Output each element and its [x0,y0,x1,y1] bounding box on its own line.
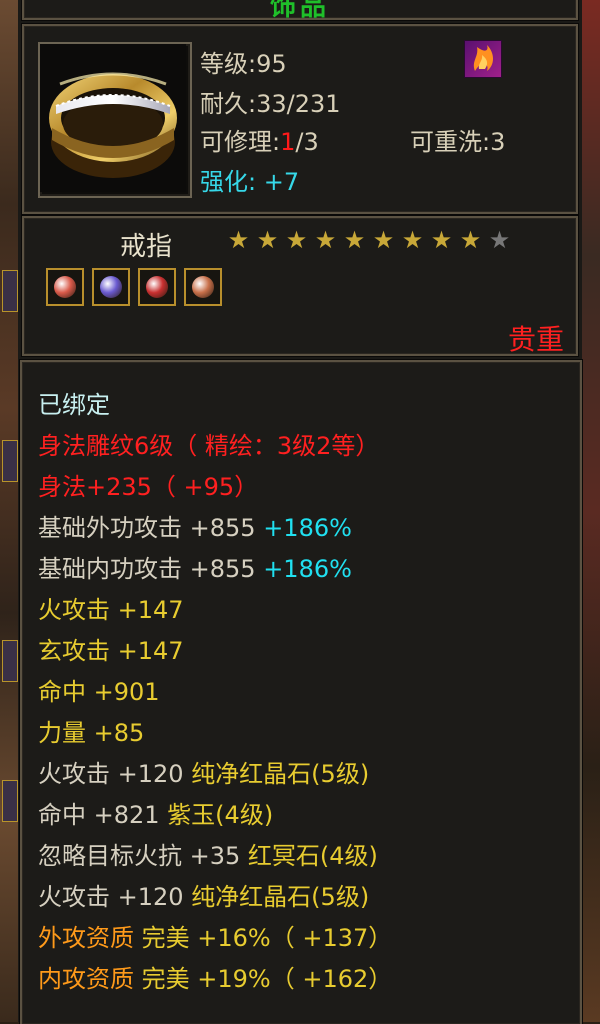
gem-icon [100,276,122,298]
star-filled-icon: ★ [227,226,250,254]
attribute-line: 内攻资质 完美 +19%（ +162） [38,964,392,994]
star-filled-icon: ★ [401,226,424,254]
attribute-text: +186% [263,555,352,583]
repair-label: 可修理: [200,128,281,156]
attribute-text: 纯净红晶石(5级) [191,883,370,911]
item-icon-frame [38,42,192,198]
attribute-line: 火攻击 +147 [38,595,184,625]
item-attributes: 已绑定身法雕纹6级（ 精绘：3级2等） 身法+235（ +95） 基础外功攻击 +8… [20,360,582,1024]
item-name: 戒指 [120,232,173,262]
game-world-right-edge [582,0,600,1022]
enhance-value: +7 [263,168,300,196]
star-filled-icon: ★ [372,226,395,254]
attribute-text: 紫玉(4级) [167,801,274,829]
attribute-text: 已绑定 [38,391,110,419]
attribute-line: 命中 +821 紫玉(4级) [38,800,273,830]
gem-icon [54,276,76,298]
gem-icon [192,276,214,298]
attribute-text: 纯净红晶石(5级) [191,760,370,788]
item-rewash: 可重洗:3 [410,128,506,156]
attribute-line: 玄攻击 +147 [38,636,184,666]
gem-slot-4[interactable] [184,268,222,306]
item-rarity: 贵重 [507,323,564,356]
attribute-text: 火攻击 +120 [38,760,192,788]
attribute-line: 基础内功攻击 +855 +186% [38,554,352,584]
attribute-line: 忽略目标火抗 +35 红冥石(4级) [38,841,378,871]
item-repair: 可修理:1/3 [200,122,319,157]
star-rating: ★ ★ ★ ★ ★ ★ ★ ★ ★ ★ [224,228,514,252]
attribute-line: 身法雕纹6级（ 精绘：3级2等） [38,431,379,461]
skill-slot[interactable] [2,780,18,822]
attribute-line: 力量 +85 [38,718,144,748]
star-filled-icon: ★ [343,226,366,254]
attribute-text: 完美 +16%（ +137） [141,924,393,952]
attribute-text: 玄攻击 +147 [38,637,184,665]
attribute-text: 基础内功攻击 +855 [38,555,264,583]
gem-slot-1[interactable] [46,268,84,306]
attribute-line: 外攻资质 完美 +16%（ +137） [38,923,392,953]
star-filled-icon: ★ [285,226,308,254]
skill-slot[interactable] [2,270,18,312]
attribute-line: 火攻击 +120 纯净红晶石(5级) [38,759,369,789]
attribute-line: 身法+235（ +95） [38,472,258,502]
tooltip-title: 饰品 [269,0,330,22]
attribute-line: 火攻击 +120 纯净红晶石(5级) [38,882,369,912]
star-filled-icon: ★ [459,226,482,254]
attribute-text: 基础外功攻击 +855 [38,514,264,542]
tooltip-title-bar: 饰品 [22,0,578,22]
item-durability: 耐久:33/231 [200,90,341,118]
attribute-text: 外攻资质 [38,924,142,952]
attribute-text: 内攻资质 [38,965,142,993]
attribute-text: 命中 +901 [38,678,160,706]
gem-icon [146,276,168,298]
item-level: 等级:95 [200,50,287,78]
skill-slot[interactable] [2,640,18,682]
attribute-text: 身法雕纹6级（ 精绘：3级2等） [38,432,380,460]
repair-used: 1 [280,128,296,156]
ring-icon [40,44,186,192]
item-header: 等级:95 耐久:33/231 可修理:1/3 可重洗:3 强化: +7 [22,24,578,214]
star-filled-icon: ★ [256,226,279,254]
star-empty-icon: ★ [488,226,511,254]
item-enhance: 强化: +7 [200,162,299,197]
attribute-line: 命中 +901 [38,677,160,707]
attribute-line: 基础外功攻击 +855 +186% [38,513,352,543]
game-world-left-edge [0,0,18,1022]
attribute-text: 忽略目标火抗 +35 [38,842,248,870]
item-tooltip: 饰品 等级:95 耐久:33/231 可修理:1/3 可重洗:3 强化: +7 … [18,0,582,1024]
attribute-text: +186% [263,514,352,542]
repair-total: /3 [295,128,319,156]
gem-slot-3[interactable] [138,268,176,306]
enhance-label: 强化: [200,168,257,196]
star-filled-icon: ★ [314,226,337,254]
attribute-text: 完美 +19%（ +162） [141,965,393,993]
attribute-text: 火攻击 +120 [38,883,192,911]
attribute-text: 火攻击 +147 [38,596,184,624]
item-summary: 戒指 ★ ★ ★ ★ ★ ★ ★ ★ ★ ★ 贵重 [22,216,578,356]
attribute-text: 命中 +821 [38,801,168,829]
flame-emblem-icon [464,40,502,78]
attribute-text: 红冥石(4级) [247,842,378,870]
gem-slot-2[interactable] [92,268,130,306]
attribute-text: 力量 +85 [38,719,145,747]
attribute-line: 已绑定 [38,390,110,420]
attribute-text: 身法+235（ +95） [38,473,259,501]
star-filled-icon: ★ [430,226,453,254]
skill-slot[interactable] [2,440,18,482]
